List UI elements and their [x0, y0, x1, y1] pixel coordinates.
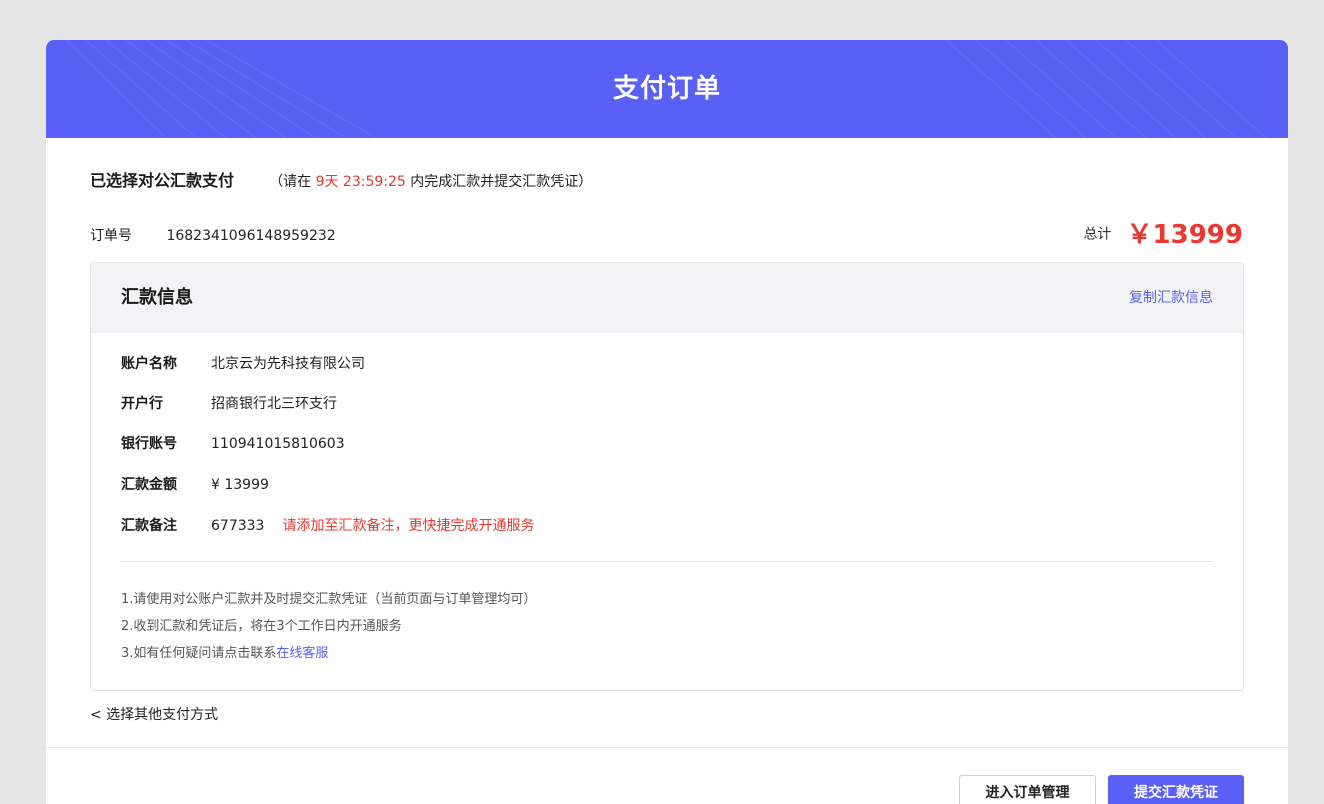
order-total: 总计 ￥13999 — [1083, 216, 1243, 252]
tip-item: 1.请使用对公账户汇款并及时提交汇款凭证（当前页面与订单管理均可） — [121, 592, 537, 607]
deadline-note: （请在 9天 23:59:25 内完成汇款并提交汇款凭证） — [269, 174, 592, 190]
copy-remittance-info-button[interactable]: 复制汇款信息 — [1129, 263, 1213, 333]
payment-method-title: 已选择对公汇款支付 — [90, 171, 235, 190]
payment-method-row: 已选择对公汇款支付 （请在 9天 23:59:25 内完成汇款并提交汇款凭证） — [90, 169, 592, 193]
order-number-value: 1682341096148959232 — [166, 228, 336, 244]
field-label: 汇款备注 — [121, 518, 177, 534]
field-account-number: 银行账号 110941015810603 — [121, 433, 345, 455]
field-value: 北京云为先科技有限公司 — [211, 356, 365, 372]
field-label: 账户名称 — [121, 356, 177, 372]
total-label: 总计 — [1083, 226, 1112, 243]
order-management-button[interactable]: 进入订单管理 — [959, 775, 1096, 804]
field-bank: 开户行 招商银行北三环支行 — [121, 393, 337, 415]
deadline-prefix: （请在 — [269, 174, 316, 190]
field-remark: 汇款备注 677333 请添加至汇款备注，更快捷完成开通服务 — [121, 515, 534, 537]
tip-item: 3.如有任何疑问请点击联系在线客服 — [121, 644, 328, 664]
field-label: 汇款金额 — [121, 477, 177, 493]
deadline-suffix: 内完成汇款并提交汇款凭证） — [405, 174, 593, 190]
other-payment-methods-link[interactable]: < 选择其他支付方式 — [90, 705, 218, 725]
field-value: 110941015810603 — [211, 436, 345, 452]
online-support-link[interactable]: 在线客服 — [276, 646, 328, 661]
field-account-name: 账户名称 北京云为先科技有限公司 — [121, 353, 365, 375]
submit-voucher-button[interactable]: 提交汇款凭证 — [1108, 775, 1244, 804]
remittance-info-panel: 汇款信息 复制汇款信息 账户名称 北京云为先科技有限公司 开户行 招商银行北三环支行… — [90, 262, 1244, 691]
field-amount: 汇款金额 ¥ 13999 — [121, 474, 269, 496]
remark-hint: 请添加至汇款备注，更快捷完成开通服务 — [282, 518, 535, 534]
order-number-row: 订单号 1682341096148959232 — [90, 224, 336, 248]
payment-modal: 支付订单 已选择对公汇款支付 （请在 9天 23:59:25 内完成汇款并提交汇… — [46, 40, 1288, 804]
remittance-info-header: 汇款信息 复制汇款信息 — [91, 263, 1243, 333]
field-value: 招商银行北三环支行 — [211, 396, 337, 412]
field-value: 677333 — [211, 518, 265, 534]
footer-divider — [46, 747, 1288, 748]
page-title: 支付订单 — [612, 74, 721, 104]
tip-text: 3.如有任何疑问请点击联系 — [121, 646, 277, 661]
remittance-info-title: 汇款信息 — [121, 287, 193, 308]
field-label: 银行账号 — [121, 436, 177, 452]
field-label: 开户行 — [121, 396, 163, 412]
countdown-timer: 9天 23:59:25 — [315, 174, 406, 190]
modal-header: 支付订单 — [46, 40, 1288, 138]
total-amount: ￥13999 — [1126, 219, 1243, 250]
order-number-label: 订单号 — [90, 228, 132, 244]
field-value: ¥ 13999 — [211, 477, 269, 493]
tip-item: 2.收到汇款和凭证后，将在3个工作日内开通服务 — [121, 619, 402, 634]
divider — [121, 561, 1213, 562]
